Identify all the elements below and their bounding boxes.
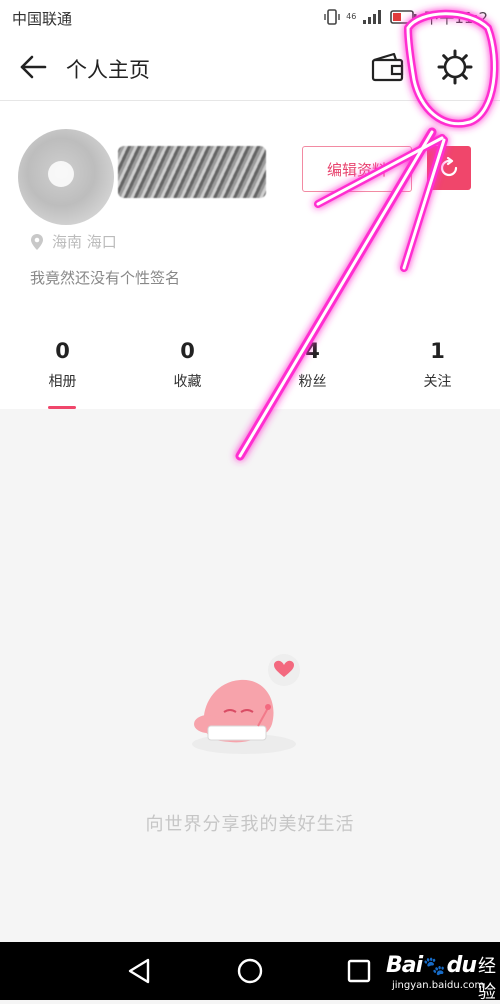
empty-state-illustration bbox=[192, 654, 300, 754]
carrier-name: 中国联通 bbox=[12, 10, 73, 28]
share-button[interactable] bbox=[427, 146, 471, 190]
following-label: 关注 bbox=[423, 374, 452, 390]
status-bar: 中国联通 46 下午11:2 bbox=[0, 0, 500, 34]
location: 海南 海口 bbox=[30, 231, 117, 252]
watermark-brand: Bai bbox=[386, 953, 423, 978]
system-nav-bar: Bai 🐾 du 经验 jingyan.baidu.com bbox=[0, 942, 500, 1003]
watermark-product: 经验 bbox=[478, 956, 496, 1003]
status-icons: 46 下午11:2 bbox=[324, 7, 488, 27]
tab-following[interactable]: 1 关注 bbox=[375, 335, 500, 409]
baidu-jingyan-watermark: Bai 🐾 du 经验 bbox=[386, 952, 500, 1004]
signal-icon bbox=[363, 10, 382, 24]
edit-profile-button[interactable]: 编辑资料 bbox=[302, 146, 412, 192]
clock: 下午11:2 bbox=[424, 8, 488, 27]
page-title: 个人主页 bbox=[66, 58, 150, 82]
tab-followers[interactable]: 4 粉丝 bbox=[250, 335, 375, 409]
back-arrow-icon[interactable] bbox=[16, 50, 50, 84]
tab-favorites[interactable]: 0 收藏 bbox=[125, 335, 250, 409]
share-icon bbox=[440, 157, 458, 177]
empty-state-message: 向世界分享我的美好生活 bbox=[145, 814, 355, 835]
bio-text: 我竟然还没有个性签名 bbox=[30, 269, 181, 287]
active-tab-indicator bbox=[48, 406, 76, 409]
avatar[interactable] bbox=[18, 129, 114, 225]
watermark-brand-suffix: du bbox=[446, 953, 477, 978]
albums-label: 相册 bbox=[48, 374, 77, 390]
tab-albums[interactable]: 0 相册 bbox=[0, 335, 125, 409]
page-header: 个人主页 bbox=[0, 34, 500, 101]
location-pin-icon bbox=[31, 233, 43, 250]
favorites-count: 0 bbox=[180, 339, 195, 363]
nav-recent-icon[interactable] bbox=[346, 958, 372, 984]
followers-label: 粉丝 bbox=[298, 374, 327, 390]
network-type: 46 bbox=[346, 12, 357, 21]
stats-tabs: 0 相册 0 收藏 4 粉丝 1 关注 bbox=[0, 335, 500, 409]
vibrate-icon bbox=[324, 9, 340, 25]
following-count: 1 bbox=[430, 339, 445, 363]
followers-count: 4 bbox=[305, 339, 320, 363]
favorites-label: 收藏 bbox=[173, 374, 202, 390]
nickname-redacted bbox=[118, 146, 266, 198]
albums-count: 0 bbox=[55, 339, 70, 363]
baidu-paw-icon: 🐾 bbox=[423, 956, 446, 977]
watermark-url: jingyan.baidu.com bbox=[392, 980, 485, 991]
wallet-icon[interactable] bbox=[370, 51, 406, 83]
settings-gear-icon[interactable] bbox=[436, 48, 474, 86]
battery-icon bbox=[390, 10, 417, 24]
nav-home-icon[interactable] bbox=[236, 957, 264, 985]
profile-card: 编辑资料 海南 海口 我竟然还没有个性签名 0 相册 0 收藏 4 粉丝 1 关 bbox=[0, 101, 500, 409]
nav-back-icon[interactable] bbox=[126, 957, 152, 985]
location-text: 海南 海口 bbox=[52, 233, 117, 251]
